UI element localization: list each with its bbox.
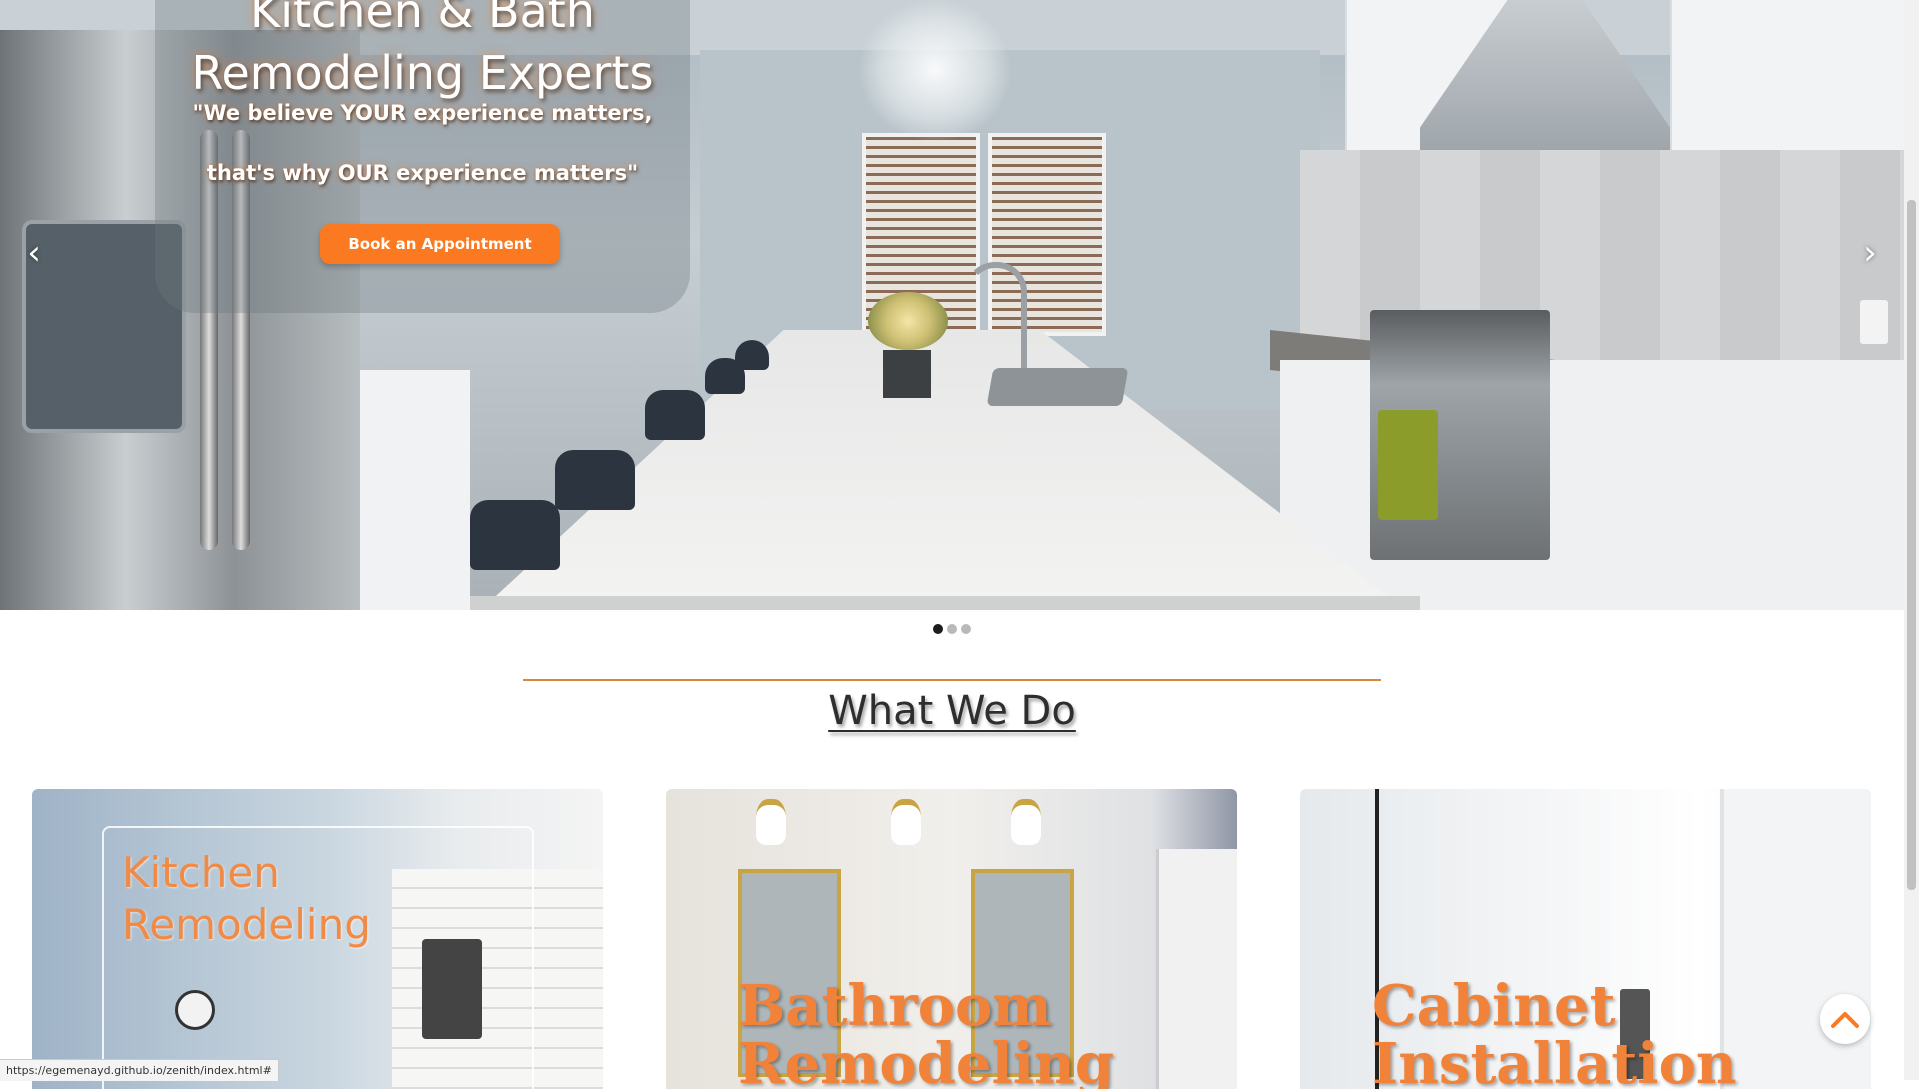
- sconce-icon: [891, 799, 921, 845]
- hero-quote: "We believe YOUR experience matters, tha…: [155, 83, 690, 203]
- service-title-line1: Bathroom: [738, 973, 1052, 1039]
- cabinet-door: [1720, 789, 1871, 1089]
- sconce-icon: [1011, 799, 1041, 845]
- carousel-prev-button[interactable]: ‹: [19, 236, 49, 270]
- chevron-left-icon: ‹: [27, 233, 41, 273]
- hero-outlet: [1860, 300, 1888, 344]
- service-card-title: Kitchen Remodeling: [122, 847, 371, 951]
- hero-quote-line2: that's why OUR experience matters": [206, 161, 639, 185]
- carousel-indicator-3[interactable]: [961, 624, 971, 634]
- section-divider: [523, 679, 1381, 681]
- hero-flower-pot: [883, 350, 931, 398]
- chevron-right-icon: ›: [1863, 233, 1877, 273]
- service-title-line2: Remodeling: [738, 1031, 1114, 1089]
- hero-stool: [555, 450, 635, 510]
- hero-island-edge: [470, 596, 1420, 610]
- back-to-top-button[interactable]: [1820, 994, 1870, 1044]
- hero-left-cabinet: [360, 370, 470, 610]
- service-card-kitchen[interactable]: Kitchen Remodeling: [32, 789, 603, 1089]
- service-title-line1: Cabinet: [1372, 973, 1616, 1039]
- sconce-icon: [756, 799, 786, 845]
- hero-stool: [470, 500, 560, 570]
- service-card-bathroom[interactable]: Bathroom Remodeling: [666, 789, 1237, 1089]
- scrollbar-thumb[interactable]: [1907, 200, 1916, 890]
- hero-quote-line1: "We believe YOUR experience matters,: [192, 101, 653, 125]
- hero-carousel: Kitchen & Bath Remodeling Experts "We be…: [0, 0, 1904, 610]
- service-title-line1: Kitchen: [122, 848, 280, 897]
- section-title: What We Do: [828, 688, 1076, 734]
- book-appointment-button[interactable]: Book an Appointment: [320, 224, 560, 264]
- chevron-up-icon: [1831, 1012, 1859, 1028]
- link-status-bar: https://egemenayd.github.io/zenith/index…: [0, 1059, 279, 1081]
- service-title-line2: Remodeling: [122, 900, 371, 949]
- carousel-indicator-1[interactable]: [933, 624, 943, 634]
- hero-text-card: Kitchen & Bath Remodeling Experts "We be…: [155, 0, 690, 313]
- hero-stool: [735, 340, 769, 370]
- service-card-title: Cabinet Installation: [1372, 977, 1737, 1089]
- hero-flowers: [868, 292, 948, 350]
- service-card-cabinet[interactable]: Cabinet Installation: [1300, 789, 1871, 1089]
- hero-towel: [1378, 410, 1438, 520]
- hero-stool: [645, 390, 705, 440]
- page-scrollbar[interactable]: [1904, 0, 1919, 1080]
- service-title-line2: Installation: [1372, 1031, 1737, 1089]
- bath-door: [1156, 849, 1237, 1089]
- service-card-title: Bathroom Remodeling: [738, 977, 1114, 1089]
- carousel-indicator-2[interactable]: [947, 624, 957, 634]
- carousel-indicators: [933, 624, 971, 636]
- hero-chandelier: [860, 0, 1010, 140]
- hero-sink: [986, 368, 1129, 406]
- hero-title-line1: Kitchen & Bath: [250, 0, 595, 38]
- carousel-next-button[interactable]: ›: [1855, 236, 1885, 270]
